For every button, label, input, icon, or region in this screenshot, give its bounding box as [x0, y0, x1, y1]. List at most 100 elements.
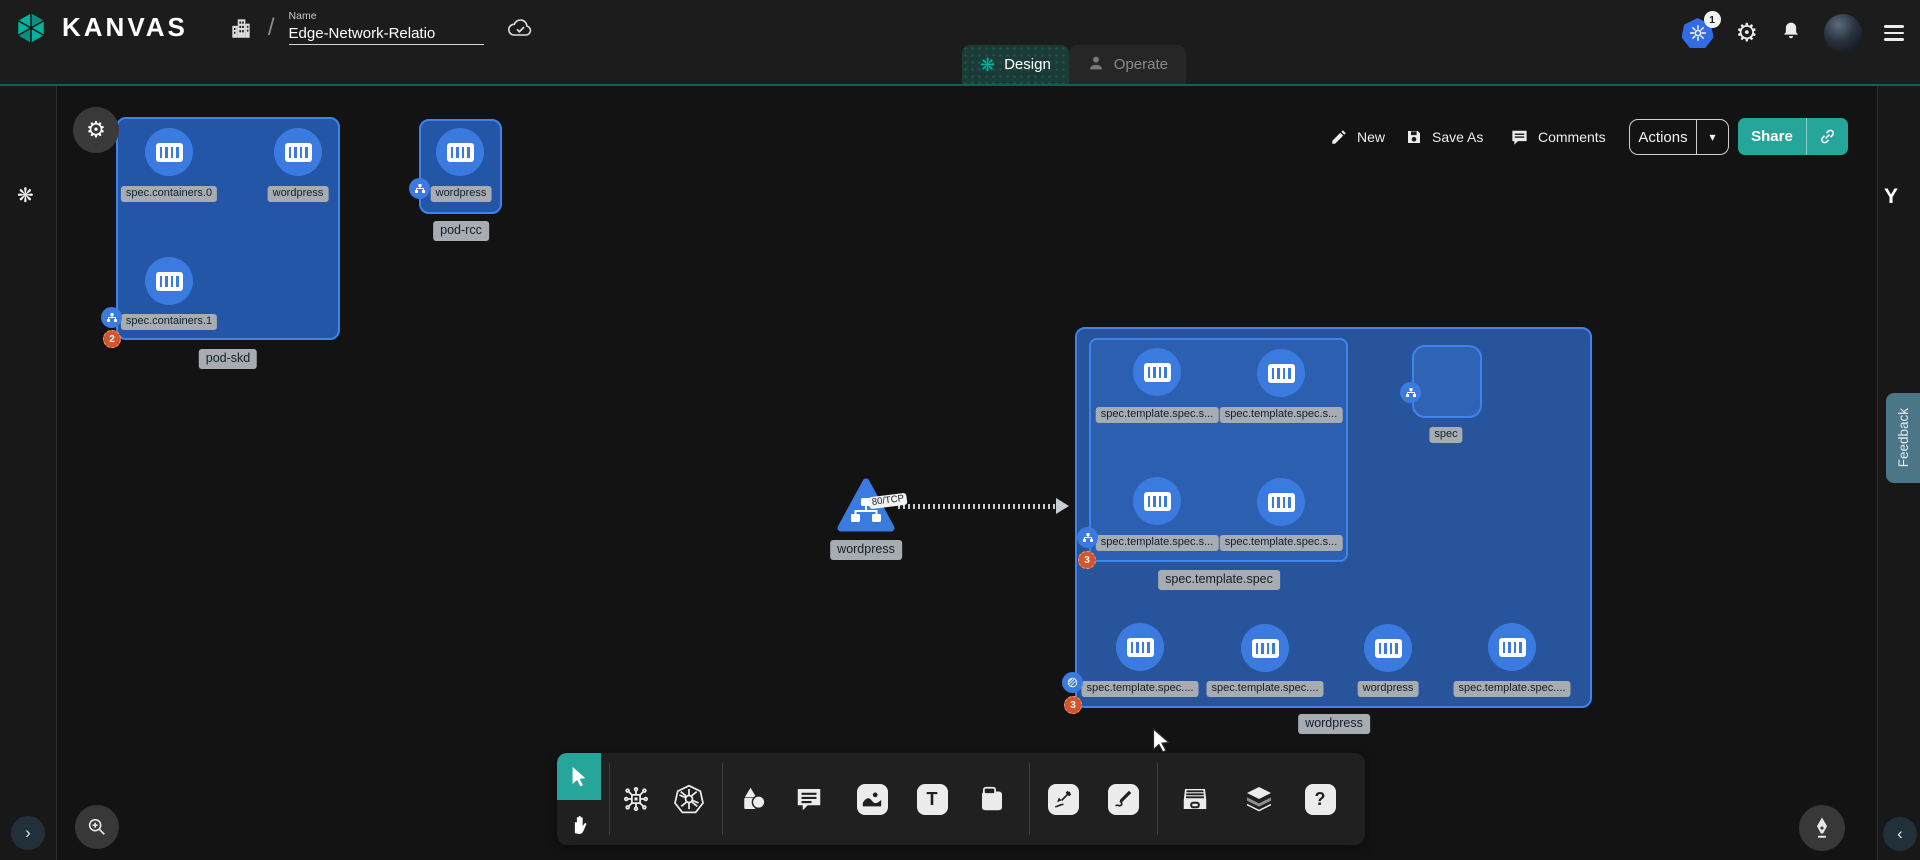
issue-count-badge[interactable]: 2 — [103, 330, 121, 348]
design-name-field: Name — [289, 10, 484, 45]
shapes-tool-button[interactable] — [731, 777, 775, 821]
container-node[interactable] — [1133, 477, 1181, 525]
node-label: wordpress — [431, 186, 492, 202]
node-label: spec.containers.1 — [121, 314, 217, 330]
tab-operate-label: Operate — [1114, 56, 1168, 73]
note-tool-button[interactable] — [970, 777, 1014, 821]
pen-mode-button[interactable] — [1799, 805, 1845, 851]
layers-tool-button[interactable] — [1237, 777, 1281, 821]
feedback-label: Feedback — [1896, 408, 1911, 467]
design-spiral-icon: ❋ — [980, 56, 995, 74]
node-label: spec.containers.0 — [121, 186, 217, 202]
kubernetes-count-badge: 1 — [1704, 11, 1721, 28]
design-name-input[interactable] — [289, 23, 484, 45]
container-icon — [1252, 639, 1279, 658]
pen-nib-icon — [1811, 816, 1833, 840]
container-icon — [156, 272, 183, 291]
new-label: New — [1357, 129, 1385, 145]
comment-icon — [1510, 128, 1529, 147]
actions-dropdown-button[interactable]: Actions ▾ — [1629, 119, 1729, 155]
deployment-badge-icon[interactable] — [1062, 672, 1083, 693]
network-badge-icon[interactable] — [1077, 527, 1098, 548]
issue-count-badge[interactable]: 3 — [1064, 696, 1082, 714]
new-button[interactable]: New — [1330, 120, 1385, 154]
group-label: pod-skd — [199, 349, 257, 369]
text-tool-button[interactable]: T — [910, 777, 954, 821]
container-node[interactable] — [145, 257, 193, 305]
tab-design[interactable]: ❋ Design — [962, 45, 1069, 84]
edge-arrowhead-icon — [1056, 498, 1069, 514]
container-node[interactable] — [1257, 478, 1305, 526]
menu-hamburger-icon[interactable] — [1884, 25, 1904, 40]
group-label: spec.template.spec — [1158, 570, 1280, 590]
container-node[interactable] — [1364, 624, 1412, 672]
container-node[interactable] — [1116, 623, 1164, 671]
meshery-spiral-icon[interactable]: ❋ — [17, 183, 34, 208]
network-badge-icon[interactable] — [1400, 382, 1421, 403]
line-draw-tool-button[interactable] — [1041, 777, 1085, 821]
container-node[interactable] — [1257, 349, 1305, 397]
container-node[interactable] — [1133, 348, 1181, 396]
collapse-right-panel-button[interactable]: ‹ — [1883, 817, 1917, 851]
node-label: spec.template.spec.s... — [1096, 407, 1219, 423]
container-node[interactable] — [436, 128, 484, 176]
operate-person-icon — [1087, 54, 1105, 76]
node-label: wordpress — [830, 540, 902, 560]
container-node[interactable] — [145, 128, 193, 176]
kanvas-logo-icon[interactable] — [14, 11, 48, 45]
kubernetes-context-button[interactable]: 1 — [1682, 18, 1714, 48]
user-avatar[interactable] — [1824, 14, 1862, 52]
toolbar-divider — [722, 763, 723, 835]
node-label: spec.template.spec.... — [1082, 681, 1199, 697]
service-node[interactable] — [836, 478, 896, 539]
network-badge-icon[interactable] — [409, 178, 430, 199]
pencil-icon — [1330, 128, 1348, 146]
container-icon — [1268, 493, 1295, 512]
kubernetes-tool-button[interactable] — [667, 777, 711, 821]
group-label: pod-rcc — [433, 221, 489, 241]
container-icon — [1144, 492, 1171, 511]
group-label: wordpress — [1298, 714, 1370, 734]
save-icon — [1405, 128, 1423, 146]
expand-left-panel-button[interactable]: › — [11, 816, 45, 850]
service-edge[interactable] — [898, 504, 1060, 509]
network-badge-icon[interactable] — [101, 307, 122, 328]
drawer-tool-button[interactable] — [1173, 777, 1217, 821]
container-node[interactable] — [1488, 623, 1536, 671]
feedback-tab[interactable]: Feedback — [1886, 393, 1920, 483]
issue-count-badge[interactable]: 3 — [1078, 551, 1096, 569]
components-tool-button[interactable] — [614, 777, 658, 821]
image-tool-button[interactable] — [850, 777, 894, 821]
notifications-bell-icon[interactable] — [1780, 19, 1802, 48]
hand-icon — [568, 811, 590, 835]
tab-operate[interactable]: Operate — [1069, 45, 1186, 84]
cloud-saved-icon — [506, 16, 534, 40]
pan-tool-button[interactable] — [557, 800, 601, 845]
share-button[interactable]: Share — [1738, 118, 1848, 155]
copy-link-icon[interactable] — [1806, 118, 1848, 155]
select-tool-button[interactable] — [557, 753, 601, 800]
save-as-button[interactable]: Save As — [1405, 120, 1483, 154]
settings-gear-icon[interactable]: ⚙ — [1736, 21, 1758, 46]
group-spec-template-spec[interactable] — [1089, 338, 1348, 562]
organization-icon[interactable] — [228, 15, 254, 41]
gear-node[interactable]: ⚙ — [73, 107, 119, 153]
magnifier-plus-icon — [86, 816, 108, 838]
y-logo-icon[interactable]: Y — [1884, 185, 1898, 209]
kubernetes-helm-icon — [673, 783, 705, 815]
comments-button[interactable]: Comments — [1510, 120, 1606, 154]
container-node[interactable] — [1241, 624, 1289, 672]
comment-tool-button[interactable] — [787, 777, 831, 821]
freehand-draw-tool-button[interactable] — [1101, 777, 1145, 821]
zoom-button[interactable] — [75, 805, 119, 849]
left-dock: ❋ › — [0, 86, 57, 860]
node-label: spec.template.spec.s... — [1220, 535, 1343, 551]
node-spec[interactable] — [1412, 345, 1482, 418]
help-tool-button[interactable]: ? — [1298, 777, 1342, 821]
mouse-cursor-icon — [1152, 728, 1171, 759]
node-label: spec.template.spec.s... — [1220, 407, 1343, 423]
breadcrumb-separator: / — [268, 14, 275, 42]
container-node[interactable] — [274, 128, 322, 176]
toolbar-divider — [609, 763, 610, 835]
actions-caret-icon[interactable]: ▾ — [1696, 120, 1728, 154]
